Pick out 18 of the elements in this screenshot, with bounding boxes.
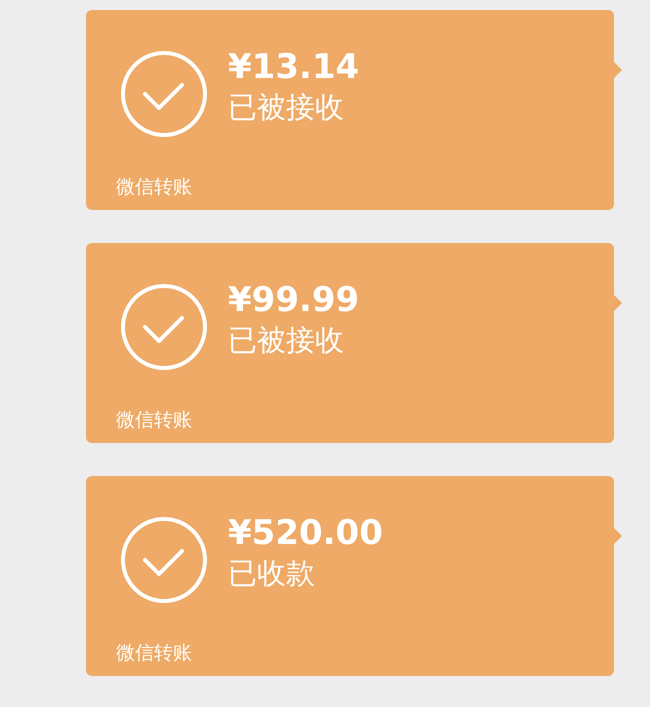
transfer-amount: ¥520.00 <box>228 513 383 553</box>
check-circle-icon <box>120 50 208 138</box>
transfer-status: 已被接收 <box>228 322 345 359</box>
transfer-label: 微信转账 <box>116 175 193 200</box>
transfer-label: 微信转账 <box>116 408 193 433</box>
bubble-tail <box>614 295 622 311</box>
transfer-amount: ¥13.14 <box>228 47 360 87</box>
bubble-tail <box>614 528 622 544</box>
bubble-tail <box>614 62 622 78</box>
transfer-bubble[interactable]: ¥13.14 已被接收 微信转账 <box>86 10 614 210</box>
transfer-bubble[interactable]: ¥99.99 已被接收 微信转账 <box>86 243 614 443</box>
transfer-amount: ¥99.99 <box>228 280 360 320</box>
check-circle-icon <box>120 283 208 371</box>
transfer-bubble[interactable]: ¥520.00 已收款 微信转账 <box>86 476 614 676</box>
transfer-status: 已收款 <box>228 555 316 592</box>
transfer-status: 已被接收 <box>228 89 345 126</box>
transfer-label: 微信转账 <box>116 641 193 666</box>
check-circle-icon <box>120 516 208 604</box>
